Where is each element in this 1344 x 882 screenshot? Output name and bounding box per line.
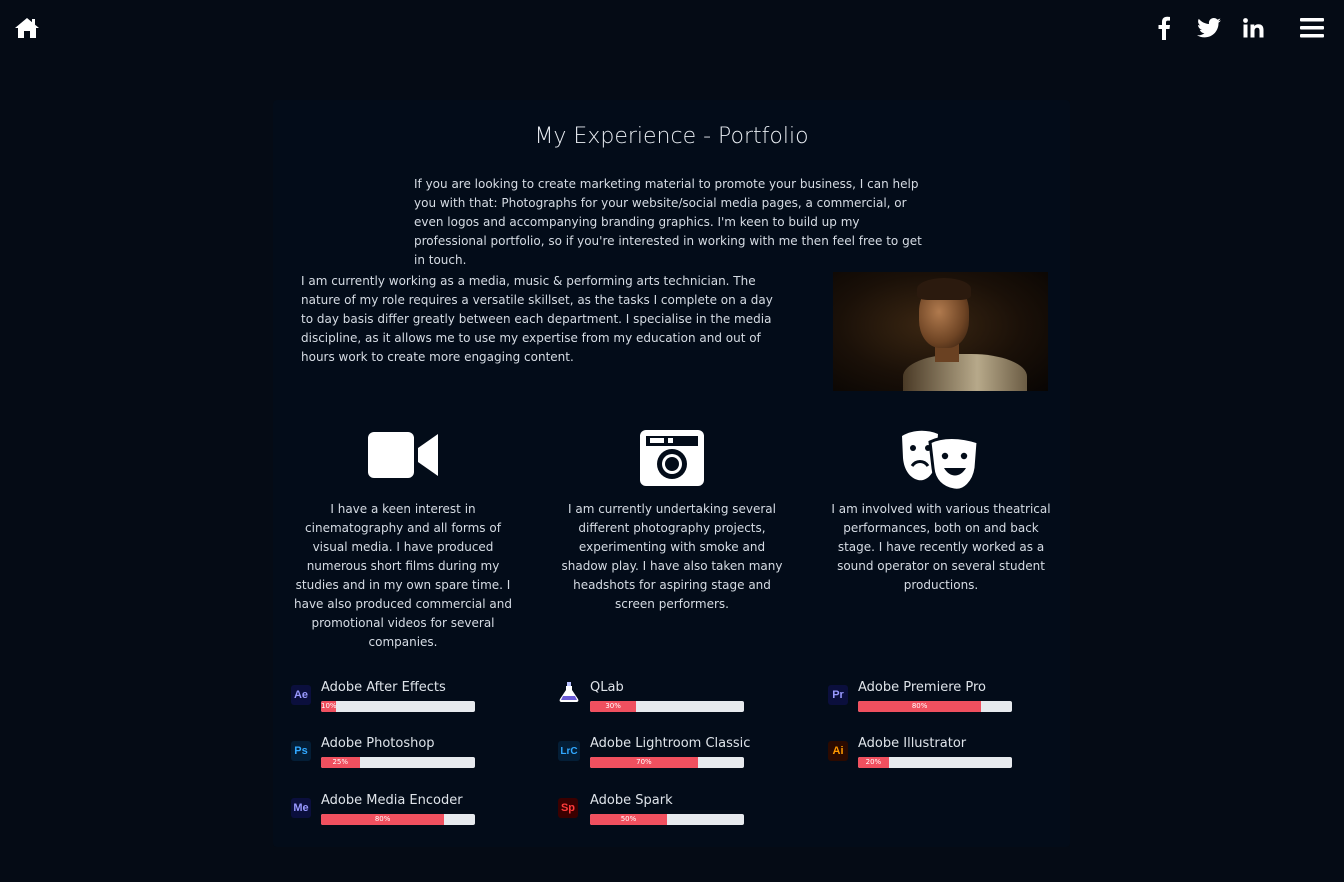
camera-icon <box>640 430 704 486</box>
skill-progress-label: 20% <box>858 757 889 768</box>
intro-paragraph: If you are looking to create marketing m… <box>414 177 922 267</box>
portfolio-card: My Experience - Portfolio If you are loo… <box>273 100 1070 847</box>
skill-spark: Sp Adobe Spark 50% <box>558 788 788 828</box>
skill-progress-label: 70% <box>590 757 698 768</box>
skill-progress-label: 50% <box>590 814 667 825</box>
profile-photo <box>833 272 1048 391</box>
skill-name: Adobe Photoshop <box>321 736 435 751</box>
skill-progress-bar: 80% <box>858 701 1012 712</box>
skill-progress-bar: 20% <box>858 757 1012 768</box>
linkedin-icon <box>1243 18 1264 38</box>
premiere-pro-icon: Pr <box>828 685 848 705</box>
skill-name: Adobe Premiere Pro <box>858 680 987 695</box>
cinematography-text: I have a keen interest in cinematography… <box>294 502 512 649</box>
photography-text: I am currently undertaking several diffe… <box>561 502 783 611</box>
linkedin-link[interactable] <box>1240 14 1268 42</box>
home-button[interactable] <box>13 14 41 42</box>
qlab-icon <box>559 682 579 702</box>
after-effects-icon: Ae <box>291 685 311 705</box>
skill-premiere-pro: Pr Adobe Premiere Pro 80% <box>828 675 1058 715</box>
skill-name: Adobe Lightroom Classic <box>590 736 751 751</box>
lightroom-classic-icon: LrC <box>558 741 580 761</box>
facebook-link[interactable] <box>1150 14 1178 42</box>
skill-lightroom-classic: LrC Adobe Lightroom Classic 70% <box>558 731 788 771</box>
skill-progress-bar: 10% <box>321 701 475 712</box>
skill-progress-bar: 25% <box>321 757 475 768</box>
skill-photoshop: Ps Adobe Photoshop 25% <box>291 731 521 771</box>
hamburger-menu-icon <box>1300 18 1324 38</box>
skill-name: Adobe Media Encoder <box>321 793 463 808</box>
skill-progress-bar: 70% <box>590 757 744 768</box>
twitter-icon <box>1197 18 1221 38</box>
skill-after-effects: Ae Adobe After Effects 10% <box>291 675 521 715</box>
skill-progress-bar: 30% <box>590 701 744 712</box>
media-encoder-icon: Me <box>291 798 311 818</box>
skill-name: Adobe Spark <box>590 793 673 808</box>
skill-name: Adobe After Effects <box>321 680 446 695</box>
theatre-text: I am involved with various theatrical pe… <box>831 502 1051 592</box>
facebook-icon <box>1158 16 1170 40</box>
skill-progress-label: 25% <box>321 757 360 768</box>
page-title: My Experience - Portfolio <box>534 124 809 149</box>
skill-qlab: QLab 30% <box>558 675 788 715</box>
theater-masks-icon <box>902 430 980 492</box>
menu-button[interactable] <box>1298 14 1326 42</box>
spark-icon: Sp <box>558 798 578 818</box>
illustrator-icon: Ai <box>828 741 848 761</box>
skill-name: QLab <box>590 680 624 695</box>
skill-progress-label: 30% <box>590 701 637 712</box>
home-icon <box>15 18 39 38</box>
skill-progress-bar: 50% <box>590 814 744 825</box>
video-camera-icon <box>368 432 438 478</box>
skill-progress-label: 80% <box>321 814 445 825</box>
skill-progress-bar: 80% <box>321 814 475 825</box>
skill-progress-label: 10% <box>321 701 337 712</box>
photoshop-icon: Ps <box>291 741 311 761</box>
skill-illustrator: Ai Adobe Illustrator 20% <box>828 731 1058 771</box>
skill-media-encoder: Me Adobe Media Encoder 80% <box>291 788 521 828</box>
about-paragraph: I am currently working as a media, music… <box>301 274 773 364</box>
skill-name: Adobe Illustrator <box>858 736 967 751</box>
skill-progress-label: 80% <box>858 701 982 712</box>
twitter-link[interactable] <box>1195 14 1223 42</box>
